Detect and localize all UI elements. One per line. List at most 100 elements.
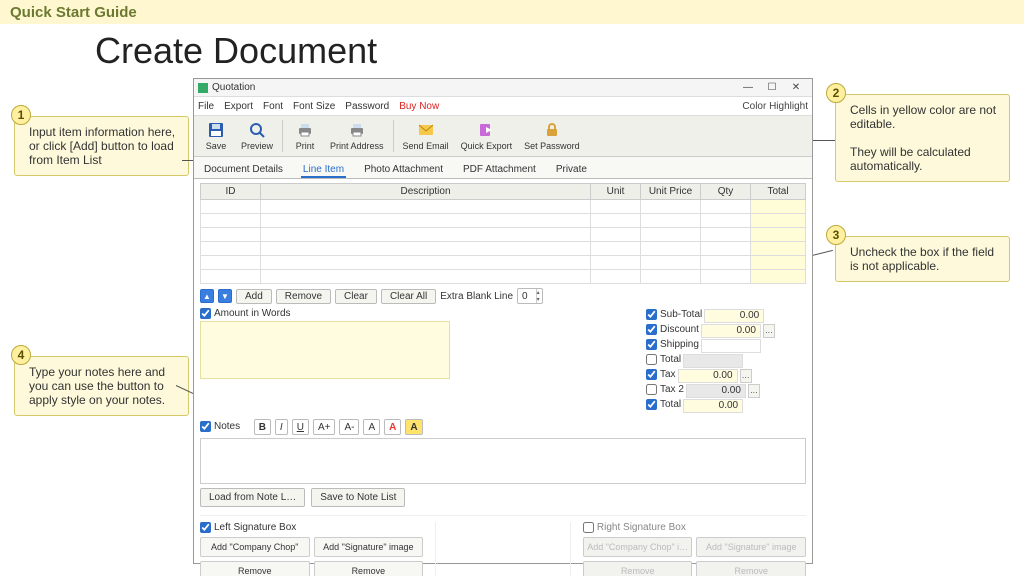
export-icon: [477, 121, 495, 139]
col-qty: Qty: [701, 184, 751, 200]
close-button[interactable]: ✕: [784, 82, 808, 93]
grand-total-check[interactable]: Total: [646, 399, 681, 410]
add-signature-button[interactable]: Add "Signature" image: [314, 537, 424, 557]
discount-more-button[interactable]: …: [763, 324, 775, 338]
table-row[interactable]: [201, 256, 806, 270]
chevron-down-icon[interactable]: ▾: [536, 296, 538, 303]
load-note-button[interactable]: Load from Note L…: [200, 488, 305, 507]
font-highlight-button[interactable]: A: [405, 419, 422, 435]
tax-check[interactable]: Tax: [646, 369, 676, 380]
shipping-check[interactable]: Shipping: [646, 339, 699, 350]
menu-export[interactable]: Export: [224, 101, 253, 112]
clear-all-button[interactable]: Clear All: [381, 289, 436, 304]
amount-in-words-check[interactable]: Amount in Words: [200, 308, 450, 319]
maximize-button[interactable]: ☐: [760, 82, 784, 93]
remove-signature-button[interactable]: Remove: [314, 561, 424, 576]
bold-button[interactable]: B: [254, 419, 271, 435]
underline-button[interactable]: U: [292, 419, 309, 435]
table-row[interactable]: [201, 270, 806, 284]
amount-in-words-box: [200, 321, 450, 379]
extra-blank-spinner[interactable]: 0 ▴▾: [517, 288, 543, 304]
subtotal-value: 0.00: [704, 309, 764, 323]
move-up-button[interactable]: ▲: [200, 289, 214, 303]
clear-button[interactable]: Clear: [335, 289, 377, 304]
menu-buy-now[interactable]: Buy Now: [399, 101, 439, 112]
window-title: Quotation: [212, 82, 736, 93]
callout-4: 4 Type your notes here and you can use t…: [14, 356, 189, 416]
lock-icon: [543, 121, 561, 139]
table-row[interactable]: [201, 200, 806, 214]
print-address-button[interactable]: Print Address: [325, 118, 389, 154]
total-check[interactable]: Total: [646, 354, 681, 365]
minimize-button[interactable]: —: [736, 82, 760, 93]
menu-password[interactable]: Password: [345, 101, 389, 112]
add-chop-button[interactable]: Add "Company Chop": [200, 537, 310, 557]
callout-3-text: Uncheck the box if the field is not appl…: [850, 245, 994, 273]
callout-4-dot: 4: [11, 345, 31, 365]
menu-font[interactable]: Font: [263, 101, 283, 112]
notes-textarea[interactable]: [200, 438, 806, 484]
left-sig-check[interactable]: Left Signature Box: [200, 522, 423, 533]
discount-value: 0.00: [701, 324, 761, 338]
tax-more-button[interactable]: …: [740, 369, 752, 383]
line-item-table[interactable]: ID Description Unit Unit Price Qty Total: [200, 183, 806, 284]
font-color-black-button[interactable]: A: [363, 419, 380, 435]
font-bigger-button[interactable]: A+: [313, 419, 336, 435]
tax2-check[interactable]: Tax 2: [646, 384, 684, 395]
separator: [282, 120, 283, 152]
envelope-icon: [417, 121, 435, 139]
quick-export-button[interactable]: Quick Export: [456, 118, 518, 154]
font-color-red-button[interactable]: A: [384, 419, 401, 435]
amount-in-words-checkbox[interactable]: [200, 308, 211, 319]
right-sig-check[interactable]: Right Signature Box: [583, 522, 806, 533]
tab-document-details[interactable]: Document Details: [202, 161, 285, 178]
floppy-icon: [207, 121, 225, 139]
tab-private[interactable]: Private: [554, 161, 589, 178]
printer-icon: [348, 121, 366, 139]
table-row[interactable]: [201, 228, 806, 242]
font-smaller-button[interactable]: A-: [339, 419, 359, 435]
save-note-button[interactable]: Save to Note List: [311, 488, 405, 507]
tab-bar: Document Details Line Item Photo Attachm…: [194, 157, 812, 179]
table-row[interactable]: [201, 242, 806, 256]
quick-export-label: Quick Export: [461, 141, 513, 151]
app-icon: [198, 83, 208, 93]
remove-chop-button[interactable]: Remove: [200, 561, 310, 576]
table-row[interactable]: [201, 214, 806, 228]
italic-button[interactable]: I: [275, 419, 288, 435]
extra-blank-label: Extra Blank Line: [440, 291, 513, 302]
callout-2: 2 Cells in yellow color are not editable…: [835, 94, 1010, 182]
right-signature-box: Right Signature Box Add "Company Chop" i…: [583, 522, 806, 576]
callout-2-text1: Cells in yellow color are not editable.: [850, 103, 996, 131]
notes-check[interactable]: Notes: [200, 421, 240, 432]
print-button[interactable]: Print: [287, 118, 323, 154]
add-button[interactable]: Add: [236, 289, 272, 304]
shipping-value[interactable]: [701, 339, 761, 353]
save-button[interactable]: Save: [198, 118, 234, 154]
title-bar: Quotation — ☐ ✕: [194, 79, 812, 97]
tab-content: ID Description Unit Unit Price Qty Total…: [194, 179, 812, 576]
discount-check[interactable]: Discount: [646, 324, 699, 335]
col-id: ID: [201, 184, 261, 200]
col-unit: Unit: [591, 184, 641, 200]
tab-line-item[interactable]: Line Item: [301, 161, 346, 178]
tax2-more-button[interactable]: …: [748, 384, 760, 398]
subtotal-check[interactable]: Sub‑Total: [646, 309, 702, 320]
tab-photo-attachment[interactable]: Photo Attachment: [362, 161, 445, 178]
page-title: Create Document: [95, 30, 377, 72]
chevron-up-icon[interactable]: ▴: [536, 289, 538, 296]
send-email-button[interactable]: Send Email: [398, 118, 454, 154]
amount-in-words-label: Amount in Words: [214, 308, 291, 319]
remove-button[interactable]: Remove: [276, 289, 331, 304]
tax2-value: 0.00: [686, 384, 746, 398]
menu-font-size[interactable]: Font Size: [293, 101, 335, 112]
move-down-button[interactable]: ▼: [218, 289, 232, 303]
color-highlight[interactable]: Color Highlight: [742, 101, 808, 112]
tab-pdf-attachment[interactable]: PDF Attachment: [461, 161, 538, 178]
set-password-button[interactable]: Set Password: [519, 118, 585, 154]
callout-4-text: Type your notes here and you can use the…: [29, 365, 165, 407]
menu-file[interactable]: File: [198, 101, 214, 112]
callout-2-text2: They will be calculated automatically.: [850, 145, 971, 173]
preview-button[interactable]: Preview: [236, 118, 278, 154]
totals-panel: Sub‑Total 0.00 Discount 0.00 … Shipping …: [646, 308, 806, 413]
